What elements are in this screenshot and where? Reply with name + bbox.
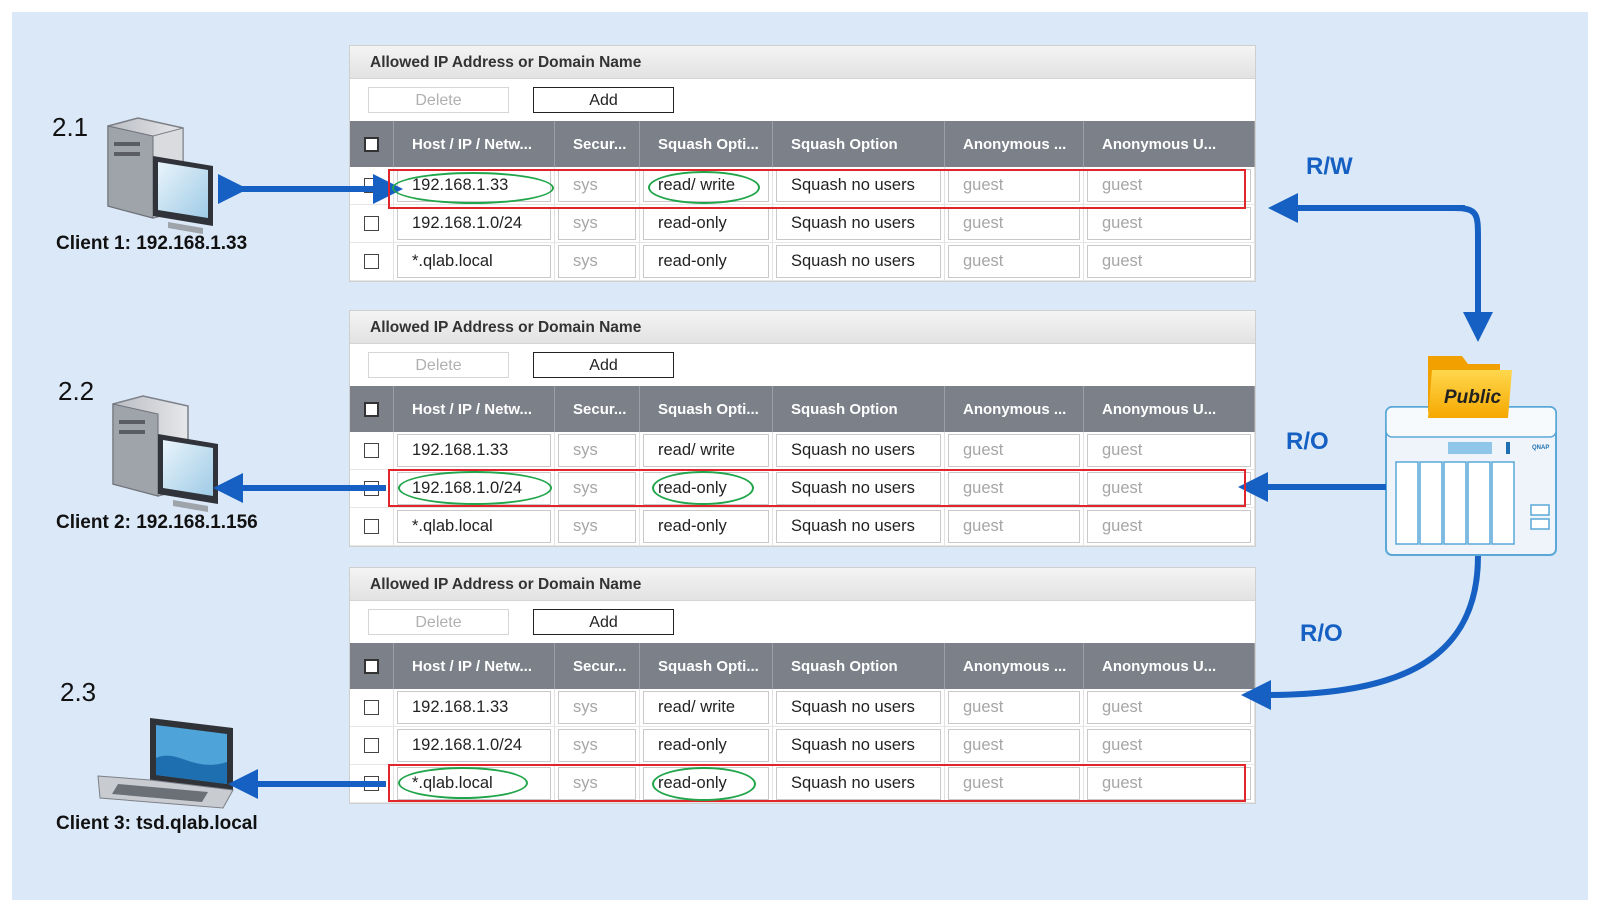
desktop-computer-icon: [107, 117, 213, 234]
folder-label: Public: [1444, 387, 1501, 408]
diagram-graphics: QNAP Public: [97, 117, 1557, 809]
shared-folder-icon: Public: [1428, 356, 1512, 418]
laptop-icon: [97, 718, 234, 809]
arrow-nas-to-rule-3: [1241, 555, 1481, 710]
nas-device-icon: QNAP: [1385, 406, 1557, 556]
arrow-down-to-nas: [1453, 205, 1493, 342]
flow-arrows: [213, 174, 1493, 799]
nas-brand-text: QNAP: [1532, 445, 1549, 451]
desktop-computer-icon: [112, 395, 218, 512]
